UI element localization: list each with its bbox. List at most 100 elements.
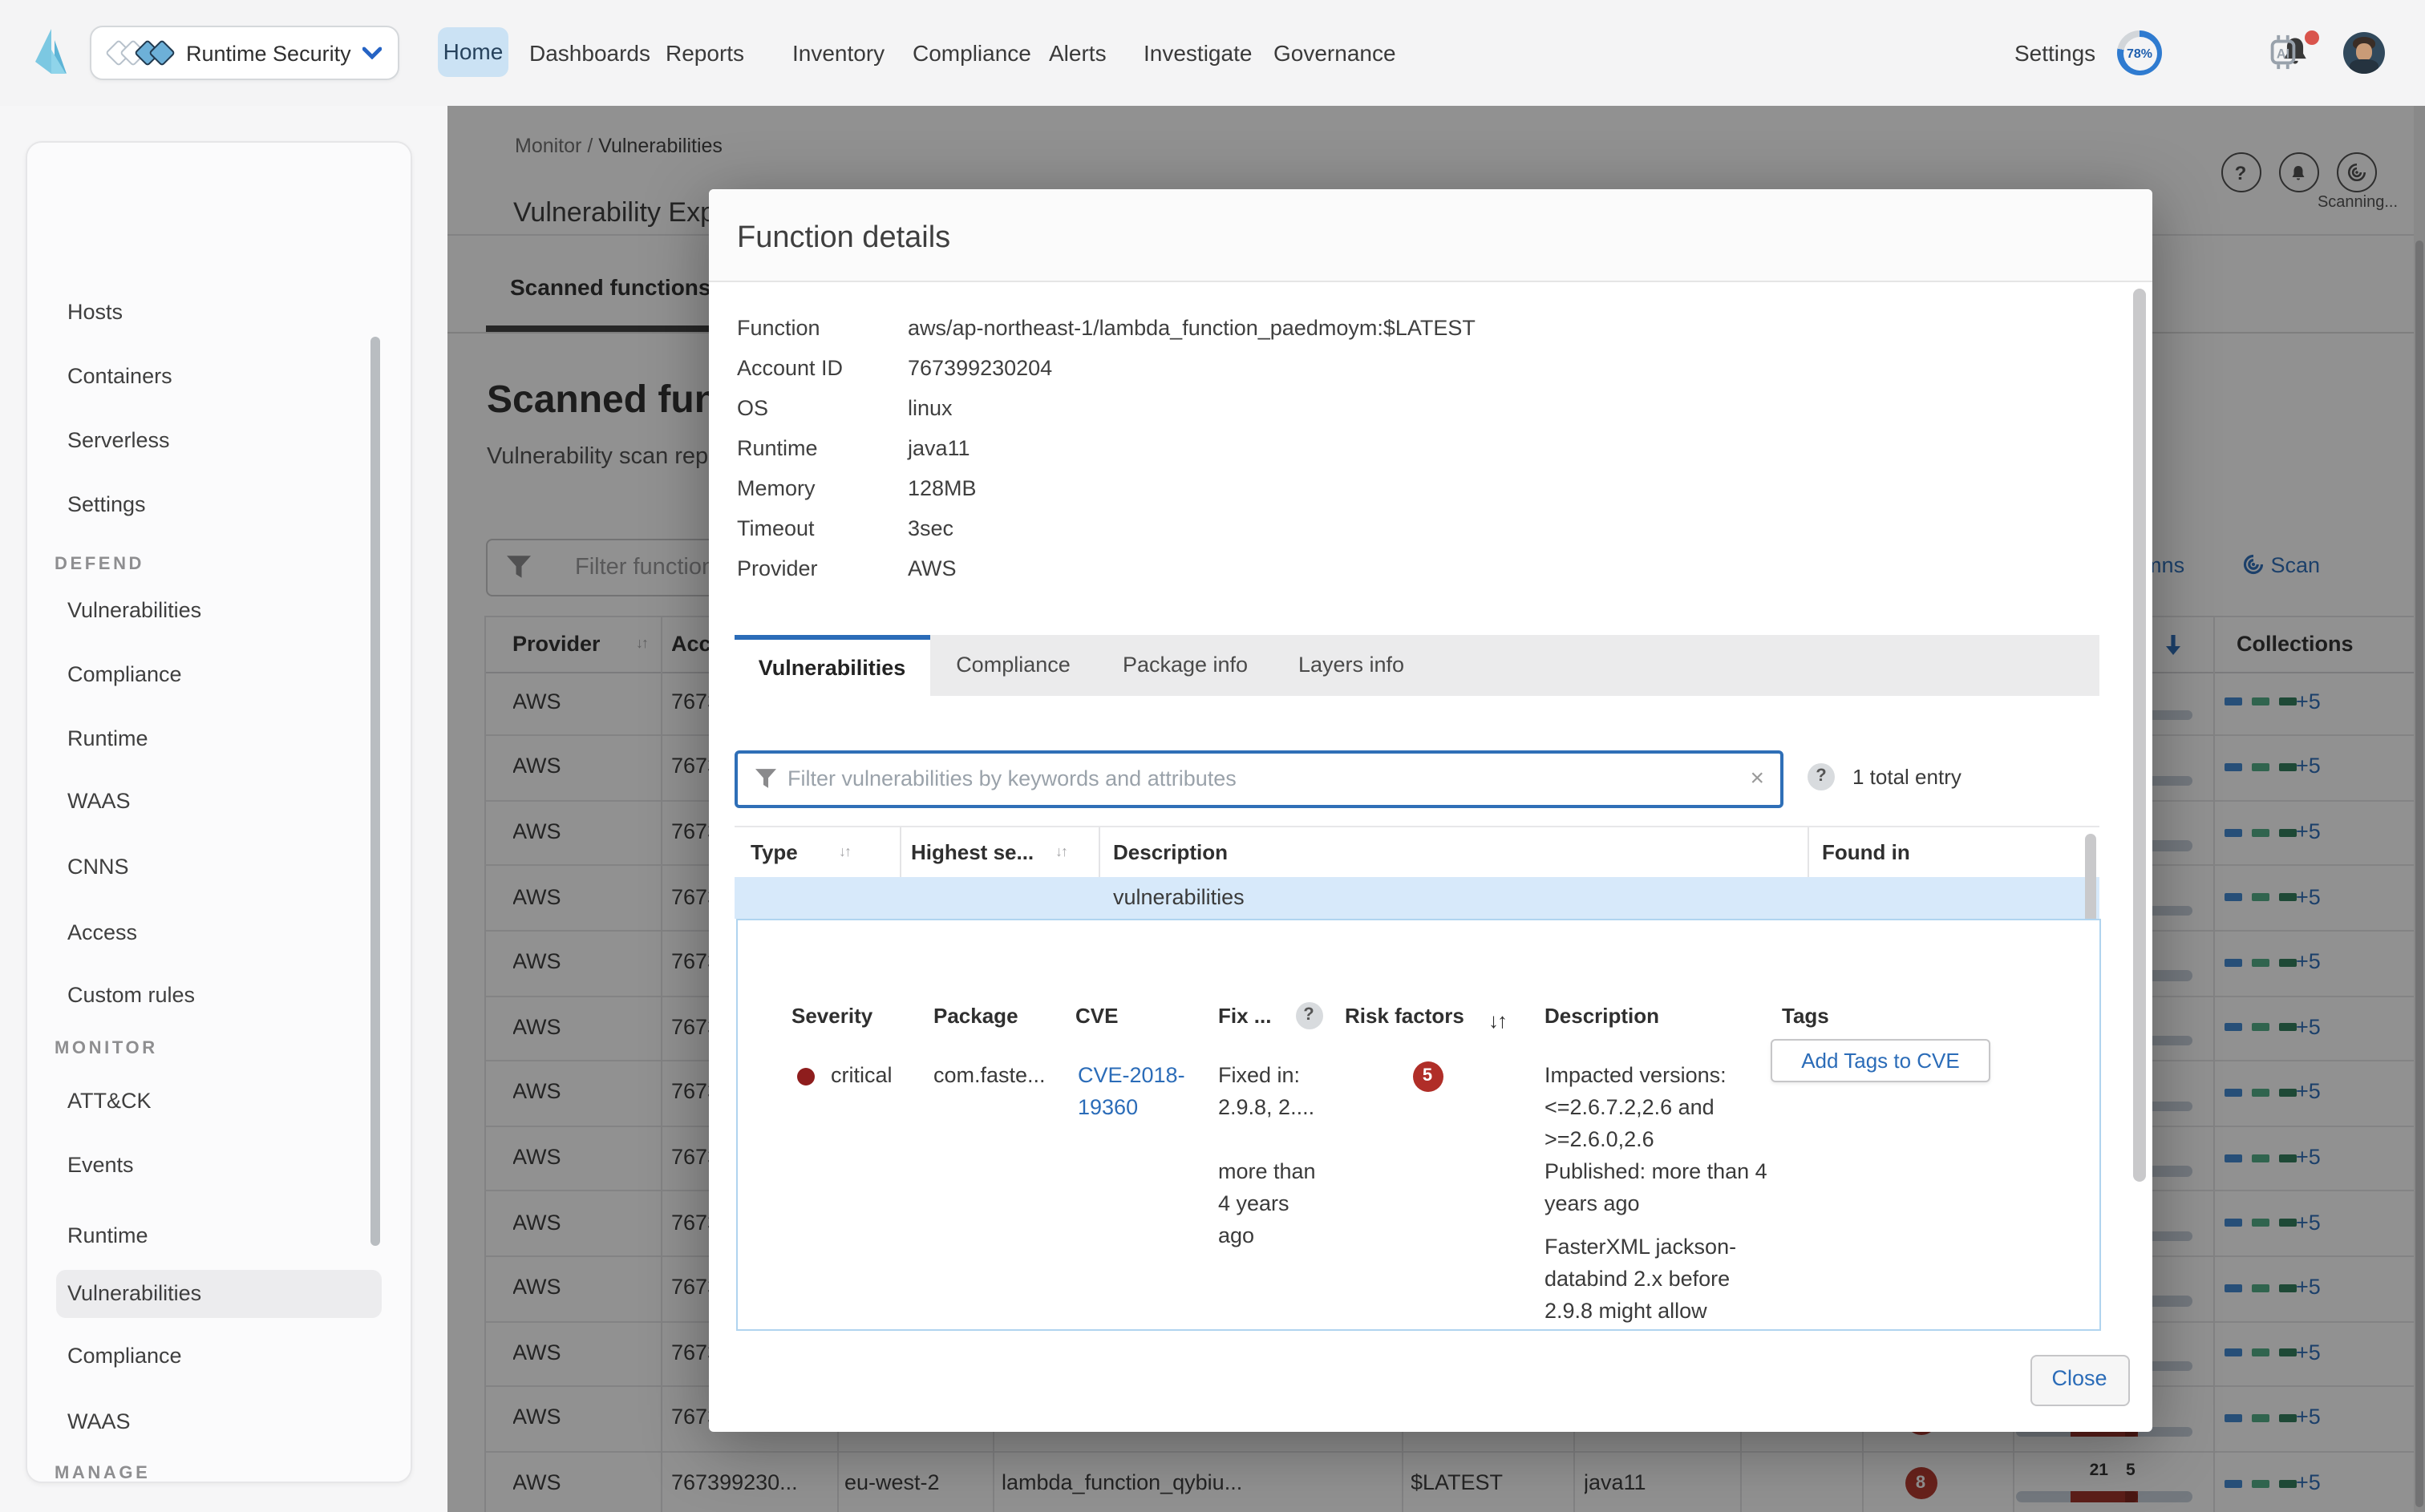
field-value-os: linux	[908, 396, 953, 420]
total-entries-label: 1 total entry	[1852, 750, 1961, 805]
sidebar-item-compliance-monitor[interactable]: Compliance	[56, 1332, 382, 1381]
credits-progress-ring[interactable]: 78%	[2117, 30, 2162, 75]
sidebar-item-compliance-defend[interactable]: Compliance	[56, 651, 382, 699]
fix-help-icon[interactable]: ?	[1295, 1002, 1322, 1029]
detail-header-package: Package	[933, 1004, 1018, 1028]
col-header-highest-severity[interactable]: Highest se...	[911, 827, 1034, 877]
sidebar-scrollbar[interactable]	[370, 337, 380, 1246]
detail-header-fix: Fix ...	[1218, 1004, 1271, 1028]
sidebar-section-defend: DEFEND	[55, 547, 375, 582]
left-sidebar: Hosts Containers Serverless Settings DEF…	[0, 106, 447, 1512]
sidebar-item-access[interactable]: Access	[56, 908, 382, 956]
nav-link-reports[interactable]: Reports	[666, 0, 744, 106]
detail-header-risk-factors: Risk factors	[1345, 1004, 1464, 1028]
sidebar-item-serverless[interactable]: Serverless	[56, 417, 382, 465]
vulnerability-filter-input[interactable]: Filter vulnerabilities by keywords and a…	[735, 750, 1783, 808]
product-selector[interactable]: Runtime Security	[90, 26, 399, 80]
nav-link-governance[interactable]: Governance	[1273, 0, 1396, 106]
modal-tabbar: Vulnerabilities Compliance Package info …	[735, 635, 2099, 696]
col-header-found-in[interactable]: Found in	[1822, 827, 1910, 877]
sidebar-item-waas-defend[interactable]: WAAS	[56, 778, 382, 826]
risk-factors-badge[interactable]: 5	[1412, 1061, 1443, 1091]
detail-package-value: com.faste...	[933, 1060, 1046, 1092]
sort-icon[interactable]: ↓↑	[839, 827, 850, 877]
desc-paragraph-3: FasterXML jackson-databind 2.x before 2.…	[1544, 1231, 1769, 1328]
nav-link-inventory[interactable]: Inventory	[792, 0, 885, 106]
vuln-table-header: Type ↓↑ Highest se... ↓↑ Description Fou…	[735, 826, 2099, 879]
sidebar-item-attck[interactable]: ATT&CK	[56, 1077, 382, 1126]
credits-progress-label: 78%	[2123, 36, 2156, 70]
app-root: Runtime Security Home Dashboards Reports…	[0, 0, 2425, 1512]
sort-icon[interactable]: ↓↑	[1488, 1009, 1506, 1033]
col-header-description[interactable]: Description	[1113, 827, 1228, 877]
nav-link-alerts[interactable]: Alerts	[1049, 0, 1107, 106]
sidebar-item-runtime-monitor[interactable]: Runtime	[56, 1212, 382, 1260]
filter-funnel-icon	[755, 768, 776, 789]
field-value-timeout: 3sec	[908, 516, 953, 540]
function-details-modal: Function details Function aws/ap-northea…	[709, 188, 2152, 1431]
prisma-logo-icon	[34, 27, 67, 75]
svg-text:AI: AI	[2277, 47, 2289, 62]
settings-link[interactable]: Settings	[2014, 0, 2095, 106]
nav-link-compliance[interactable]: Compliance	[913, 0, 1031, 106]
sidebar-item-custom-rules[interactable]: Custom rules	[56, 971, 382, 1019]
field-label-provider: Provider	[737, 556, 897, 580]
sidebar-item-cnns[interactable]: CNNS	[56, 843, 382, 891]
top-navbar: Runtime Security Home Dashboards Reports…	[0, 0, 2425, 106]
sidebar-section-manage: MANAGE	[55, 1456, 375, 1491]
module-diamond-icon	[148, 39, 176, 67]
sidebar-card: Hosts Containers Serverless Settings DEF…	[26, 141, 412, 1483]
close-button[interactable]: Close	[2030, 1355, 2129, 1406]
detail-header-cve: CVE	[1075, 1004, 1118, 1028]
modal-tab-vulnerabilities[interactable]: Vulnerabilities	[735, 635, 929, 701]
avatar-body	[2350, 59, 2378, 74]
sidebar-item-cloud-accounts[interactable]: Cloud accounts	[56, 1503, 382, 1512]
vuln-table-selected-row[interactable]: vulnerabilities	[735, 877, 2099, 919]
sidebar-section-monitor: MONITOR	[55, 1031, 375, 1066]
avatar-face	[2356, 43, 2372, 61]
modal-scrollbar-thumb[interactable]	[2133, 289, 2145, 1182]
sidebar-item-waas-monitor[interactable]: WAAS	[56, 1398, 382, 1446]
cve-link[interactable]: CVE-2018-19360	[1078, 1060, 1187, 1124]
modal-header: Function details	[709, 188, 2152, 282]
sidebar-item-runtime-defend[interactable]: Runtime	[56, 714, 382, 762]
sidebar-item-containers[interactable]: Containers	[56, 353, 382, 401]
sidebar-item-vulnerabilities-monitor[interactable]: Vulnerabilities	[56, 1270, 382, 1318]
sidebar-item-vulnerabilities-defend[interactable]: Vulnerabilities	[56, 587, 382, 635]
modal-tab-layers-info[interactable]: Layers info	[1273, 635, 1429, 696]
detail-severity-value: critical	[831, 1060, 893, 1092]
field-label-function: Function	[737, 316, 897, 340]
sidebar-item-events[interactable]: Events	[56, 1142, 382, 1190]
nav-link-dashboards[interactable]: Dashboards	[529, 0, 650, 106]
fix-paragraph-2: more than 4 years ago	[1218, 1156, 1324, 1252]
field-value-provider: AWS	[908, 556, 957, 580]
vuln-table-scrollbar-thumb[interactable]	[2085, 834, 2096, 930]
sidebar-item-settings[interactable]: Settings	[56, 481, 382, 529]
field-label-memory: Memory	[737, 476, 897, 500]
field-label-account: Account ID	[737, 356, 897, 380]
field-value-account: 767399230204	[908, 356, 1052, 380]
detail-header-tags: Tags	[1782, 1004, 1829, 1028]
col-header-type[interactable]: Type	[751, 827, 798, 877]
desc-paragraph-2: Published: more than 4 years ago	[1544, 1156, 1769, 1220]
vulnerability-filter-placeholder: Filter vulnerabilities by keywords and a…	[787, 754, 1237, 805]
nav-link-investigate[interactable]: Investigate	[1144, 0, 1252, 106]
chevron-down-icon	[362, 46, 382, 59]
modal-title: Function details	[737, 220, 950, 256]
add-tags-to-cve-button[interactable]: Add Tags to CVE	[1771, 1039, 1990, 1082]
desc-paragraph-1: Impacted versions: <=2.6.7.2,2.6 and >=2…	[1544, 1060, 1769, 1156]
sidebar-item-hosts[interactable]: Hosts	[56, 289, 382, 337]
user-avatar[interactable]	[2343, 32, 2385, 74]
ai-assistant-button[interactable]: AI	[2265, 34, 2302, 71]
critical-severity-dot	[796, 1067, 814, 1085]
field-value-function: aws/ap-northeast-1/lambda_function_paedm…	[908, 316, 1476, 340]
clear-filter-icon[interactable]: ×	[1750, 754, 1764, 805]
field-value-memory: 128MB	[908, 476, 977, 500]
modal-tab-compliance[interactable]: Compliance	[929, 635, 1097, 696]
field-label-os: OS	[737, 396, 897, 420]
sort-icon[interactable]: ↓↑	[1055, 827, 1067, 877]
field-value-runtime: java11	[908, 436, 970, 460]
modal-tab-package-info[interactable]: Package info	[1097, 635, 1273, 696]
filter-help-icon[interactable]: ?	[1808, 762, 1835, 790]
nav-link-home[interactable]: Home	[438, 27, 508, 77]
